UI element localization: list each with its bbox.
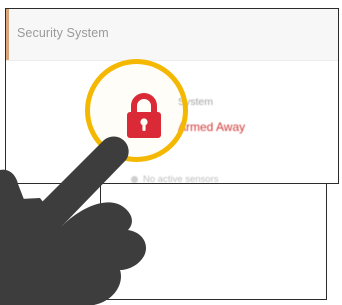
- system-status-value: Armed Away: [178, 120, 246, 134]
- highlight-circle: [85, 59, 188, 162]
- sensor-status-row: No active sensors: [131, 174, 219, 184]
- card-accent-bar: [6, 9, 9, 60]
- card-header: Security System: [6, 9, 338, 61]
- tutorial-screenshot: Security System System Armed Away No act…: [0, 0, 342, 305]
- sensor-status-text: No active sensors: [143, 174, 219, 184]
- lower-screenshot-frame: [100, 184, 327, 300]
- sensor-status-icon: [131, 176, 138, 183]
- card-title: Security System: [17, 26, 109, 40]
